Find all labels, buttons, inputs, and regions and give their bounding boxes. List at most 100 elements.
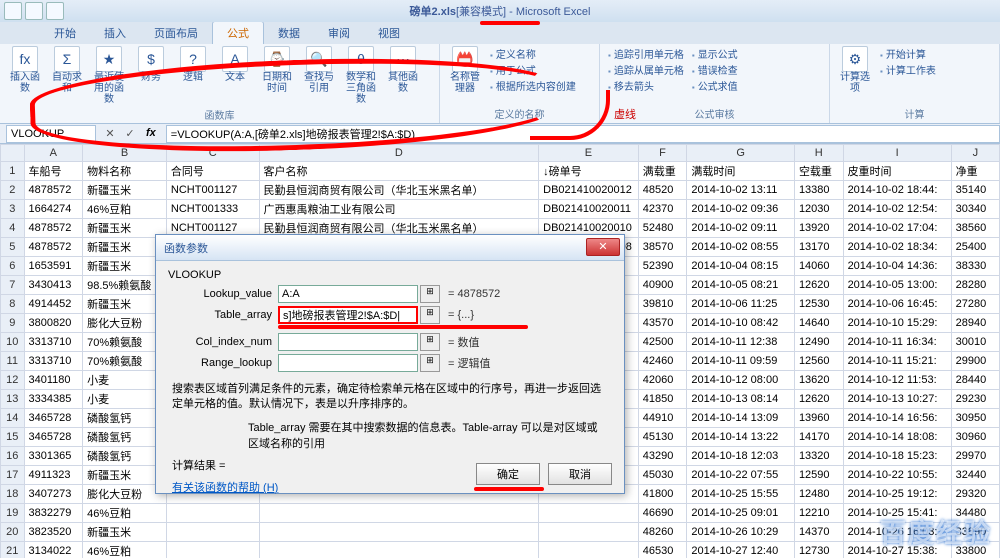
cell[interactable]: 磷酸氢钙 <box>83 428 167 447</box>
row-header[interactable]: 10 <box>1 333 25 352</box>
cell[interactable]: 2014-10-04 14:36: <box>843 257 951 276</box>
row-header[interactable]: 20 <box>1 523 25 542</box>
qat-redo-icon[interactable] <box>46 2 64 20</box>
cell[interactable]: 空载重 <box>794 162 843 181</box>
col-header[interactable]: I <box>843 145 951 162</box>
ribbon-mini[interactable]: 显示公式 <box>690 46 740 61</box>
row-header[interactable]: 4 <box>1 219 25 238</box>
accept-formula-icon[interactable]: ✓ <box>122 127 138 140</box>
cell[interactable]: 物料名称 <box>83 162 167 181</box>
cell[interactable] <box>539 523 639 542</box>
col-header[interactable]: H <box>794 145 843 162</box>
cell[interactable]: 48520 <box>638 181 687 200</box>
cell[interactable]: 14640 <box>794 314 843 333</box>
cell[interactable]: 46530 <box>638 542 687 558</box>
cell[interactable]: 2014-10-13 08:14 <box>687 390 795 409</box>
range-picker-icon[interactable]: ⊞ <box>420 306 440 324</box>
cell[interactable]: 2014-10-05 08:21 <box>687 276 795 295</box>
cell[interactable]: ↓磅单号 <box>539 162 639 181</box>
row-header[interactable]: 18 <box>1 485 25 504</box>
cell[interactable]: 民勤县恒润商贸有限公司（华北玉米黑名单） <box>259 181 539 200</box>
cell[interactable]: 4878572 <box>24 219 83 238</box>
ribbon-btn[interactable]: 🔍查找与引用 <box>300 46 338 94</box>
cell[interactable]: 2014-10-04 08:15 <box>687 257 795 276</box>
cell[interactable]: 12030 <box>794 200 843 219</box>
cell[interactable]: 3134022 <box>24 542 83 558</box>
cell[interactable]: 净重 <box>951 162 999 181</box>
cell[interactable]: 满载重 <box>638 162 687 181</box>
cell[interactable]: 12530 <box>794 295 843 314</box>
cell[interactable]: 新疆玉米 <box>83 181 167 200</box>
formula-input[interactable] <box>166 125 1000 143</box>
cancel-button[interactable]: 取消 <box>548 463 612 485</box>
cell[interactable]: 29230 <box>951 390 999 409</box>
cell[interactable]: 70%赖氨酸 <box>83 333 167 352</box>
cell[interactable]: 29970 <box>951 447 999 466</box>
cell[interactable]: 52390 <box>638 257 687 276</box>
cell[interactable]: 2014-10-11 15:21: <box>843 352 951 371</box>
cell[interactable]: 3301365 <box>24 447 83 466</box>
tab-view[interactable]: 视图 <box>364 22 414 44</box>
cell[interactable]: 1664274 <box>24 200 83 219</box>
cell[interactable]: 40900 <box>638 276 687 295</box>
cell[interactable]: 13960 <box>794 409 843 428</box>
cell[interactable]: 42500 <box>638 333 687 352</box>
cell[interactable]: 41800 <box>638 485 687 504</box>
ribbon-mini[interactable]: 用于公式 <box>488 62 578 77</box>
ribbon-btn[interactable]: $财务 <box>132 46 170 83</box>
cell[interactable]: 新疆玉米 <box>83 219 167 238</box>
cell[interactable]: 2014-10-14 18:08: <box>843 428 951 447</box>
row-header[interactable]: 13 <box>1 390 25 409</box>
row-header[interactable]: 5 <box>1 238 25 257</box>
cell[interactable]: 4914452 <box>24 295 83 314</box>
cell[interactable]: 30010 <box>951 333 999 352</box>
row-header[interactable]: 3 <box>1 200 25 219</box>
cell[interactable]: 新疆玉米 <box>83 466 167 485</box>
cell[interactable]: 2014-10-13 10:27: <box>843 390 951 409</box>
cell[interactable]: 2014-10-10 15:29: <box>843 314 951 333</box>
cell[interactable]: 41850 <box>638 390 687 409</box>
cell[interactable]: 磷酸氢钙 <box>83 409 167 428</box>
cell[interactable]: 52480 <box>638 219 687 238</box>
cell[interactable]: 42060 <box>638 371 687 390</box>
cell[interactable]: 2014-10-12 08:00 <box>687 371 795 390</box>
cell[interactable]: 4911323 <box>24 466 83 485</box>
cell[interactable]: 3823520 <box>24 523 83 542</box>
dialog-help-link[interactable]: 有关该函数的帮助 (H) <box>172 482 278 494</box>
ribbon-btn[interactable]: fx插入函数 <box>6 46 44 94</box>
cell[interactable]: 32440 <box>951 466 999 485</box>
cell[interactable]: 3407273 <box>24 485 83 504</box>
ribbon-btn[interactable]: Σ自动求和 <box>48 46 86 94</box>
cell[interactable]: 30960 <box>951 428 999 447</box>
cell[interactable]: 2014-10-02 12:54: <box>843 200 951 219</box>
col-header[interactable]: A <box>24 145 83 162</box>
col-header[interactable]: G <box>687 145 795 162</box>
cell[interactable] <box>166 523 259 542</box>
row-header[interactable]: 12 <box>1 371 25 390</box>
cell[interactable]: 4878572 <box>24 238 83 257</box>
cell[interactable] <box>259 523 539 542</box>
cell[interactable]: 46%豆粕 <box>83 200 167 219</box>
col-header[interactable]: C <box>166 145 259 162</box>
cell[interactable]: 2014-10-14 13:09 <box>687 409 795 428</box>
fx-icon[interactable]: fx <box>146 127 156 140</box>
cell[interactable]: 2014-10-22 07:55 <box>687 466 795 485</box>
cell[interactable]: 2014-10-02 09:36 <box>687 200 795 219</box>
cell[interactable]: 29900 <box>951 352 999 371</box>
tab-review[interactable]: 审阅 <box>314 22 364 44</box>
cell[interactable]: NCHT001127 <box>166 181 259 200</box>
ribbon-mini[interactable]: 公式求值 <box>690 78 740 93</box>
cell[interactable]: 2014-10-06 11:25 <box>687 295 795 314</box>
cell[interactable]: 1653591 <box>24 257 83 276</box>
cell[interactable]: 2014-10-18 15:23: <box>843 447 951 466</box>
cell[interactable]: 35140 <box>951 181 999 200</box>
cell[interactable]: 3430413 <box>24 276 83 295</box>
cell[interactable]: 46690 <box>638 504 687 523</box>
cell[interactable]: 膨化大豆粉 <box>83 314 167 333</box>
cell[interactable]: 2014-10-14 16:56: <box>843 409 951 428</box>
cell[interactable]: 2014-10-05 13:00: <box>843 276 951 295</box>
cell[interactable]: 28440 <box>951 371 999 390</box>
cell[interactable]: 27280 <box>951 295 999 314</box>
cell[interactable] <box>259 542 539 558</box>
row-header[interactable]: 19 <box>1 504 25 523</box>
